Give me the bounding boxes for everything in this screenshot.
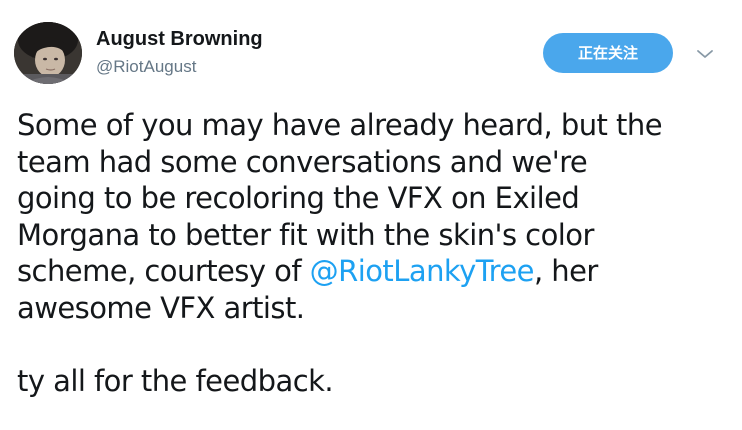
profile-photo-icon [14,22,82,84]
tweet-menu-button[interactable] [695,46,715,60]
tweet-text-line: awesome VFX artist. [17,290,305,325]
following-button[interactable]: 正在关注 [543,33,673,73]
tweet-text: Some of you may have already heard, but … [17,107,732,400]
avatar[interactable] [14,22,82,84]
author-handle[interactable]: @RiotAugust [96,57,196,77]
tweet-text-line: scheme, courtesy of @RiotLankyTree, her [17,253,732,290]
tweet-text-fragment: scheme, courtesy of [17,254,310,289]
tweet-text-line: team had some conversations and we're [17,144,588,179]
tweet-card: August Browning @RiotAugust 正在关注 Some of… [0,0,742,430]
mention-link[interactable]: @RiotLankyTree [310,254,535,288]
tweet-text-line: Some of you may have already heard, but … [17,108,663,142]
tweet-text-line: ty all for the feedback. [17,364,334,399]
author-display-name[interactable]: August Browning [96,28,263,51]
chevron-down-icon [697,50,713,58]
tweet-text-line: going to be recoloring the VFX on Exiled [17,181,580,216]
tweet-text-fragment: , her [533,254,598,289]
tweet-text-line: Morgana to better fit with the skin's co… [17,217,594,252]
